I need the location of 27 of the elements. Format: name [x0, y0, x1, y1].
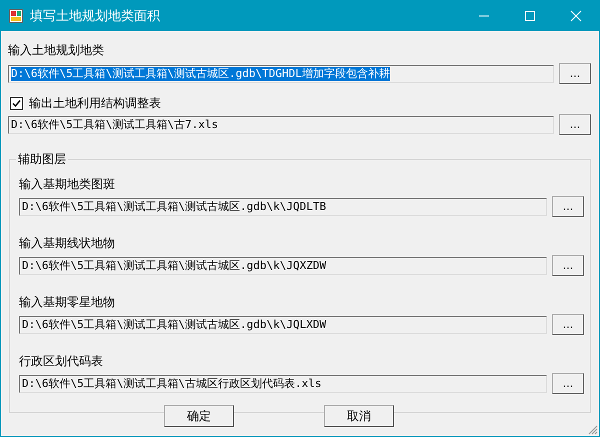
- field-label: 输入基期线状地物: [19, 235, 116, 251]
- checkbox[interactable]: [10, 96, 23, 110]
- input-field[interactable]: D:\6软件\5工具箱\测试工具箱\古7.xls: [8, 116, 554, 134]
- input-field[interactable]: D:\6软件\5工具箱\测试工具箱\测试古城区.gdb\k\JQDLTB: [19, 198, 547, 216]
- input-field[interactable]: D:\6软件\5工具箱\测试工具箱\古城区行政区划代码表.xls: [19, 374, 547, 392]
- ok-button[interactable]: 确定: [164, 405, 234, 427]
- close-icon[interactable]: [570, 10, 582, 22]
- window-title: 填写土地规划地类面积: [30, 8, 161, 25]
- browse-button[interactable]: ...: [552, 196, 584, 217]
- resize-grip-icon[interactable]: [588, 425, 598, 435]
- group-title: 辅助图层: [17, 151, 67, 168]
- field-label: 输入基期地类图斑: [19, 176, 116, 192]
- field-label: 输入基期零星地物: [19, 294, 116, 310]
- checkbox-label: 输出土地利用结构调整表: [29, 95, 161, 111]
- field-label: 行政区划代码表: [19, 353, 104, 369]
- input-field[interactable]: D:\6软件\5工具箱\测试工具箱\测试古城区.gdb\k\JQXZDW: [19, 256, 547, 274]
- maximize-icon[interactable]: [524, 10, 536, 22]
- cancel-button[interactable]: 取消: [324, 405, 394, 427]
- field-label: 输入土地规划地类: [8, 42, 105, 58]
- browse-button[interactable]: ...: [559, 114, 591, 135]
- browse-button[interactable]: ...: [552, 255, 584, 276]
- input-field[interactable]: D:\6软件\5工具箱\测试工具箱\测试古城区.gdb\TDGHDL增加字段包含补耕: [8, 64, 554, 82]
- browse-button[interactable]: ...: [552, 314, 584, 335]
- browse-button[interactable]: ...: [552, 373, 584, 394]
- browse-button[interactable]: ...: [559, 63, 591, 84]
- input-field[interactable]: D:\6软件\5工具箱\测试工具箱\测试古城区.gdb\k\JQLXDW: [19, 316, 547, 334]
- app-icon: [9, 9, 23, 23]
